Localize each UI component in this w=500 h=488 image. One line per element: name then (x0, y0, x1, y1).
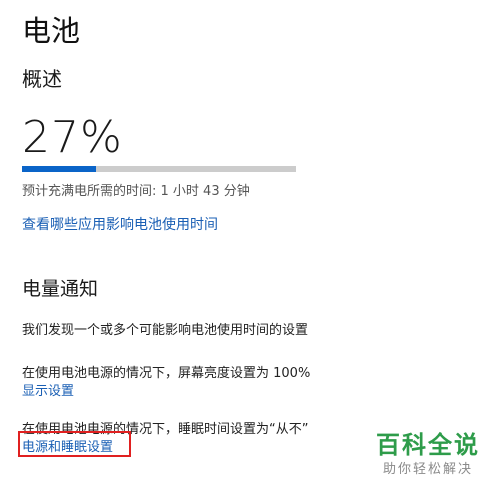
app-battery-usage-link[interactable]: 查看哪些应用影响电池使用时间 (22, 214, 218, 234)
brightness-notice: 在使用电池电源的情况下，屏幕亮度设置为 100% (22, 366, 311, 381)
battery-notifications-heading: 电量通知 (22, 278, 99, 300)
battery-level-bar-fill (22, 166, 96, 172)
watermark-subtitle: 助你轻松解决 (383, 462, 474, 477)
charge-time-estimate: 预计充满电所需的时间: 1 小时 43 分钟 (22, 184, 250, 199)
battery-percentage: 27% (22, 112, 123, 163)
display-settings-link[interactable]: 显示设置 (22, 380, 74, 399)
watermark-logo: 百科全说 (376, 431, 480, 459)
overview-heading: 概述 (22, 67, 62, 91)
power-sleep-settings-link[interactable]: 电源和睡眠设置 (22, 436, 113, 455)
notifications-description: 我们发现一个或多个可能影响电池使用时间的设置 (22, 323, 309, 338)
watermark: 百科全说 助你轻松解决 (368, 425, 494, 481)
battery-level-bar (22, 166, 296, 172)
page-title: 电池 (22, 14, 81, 48)
